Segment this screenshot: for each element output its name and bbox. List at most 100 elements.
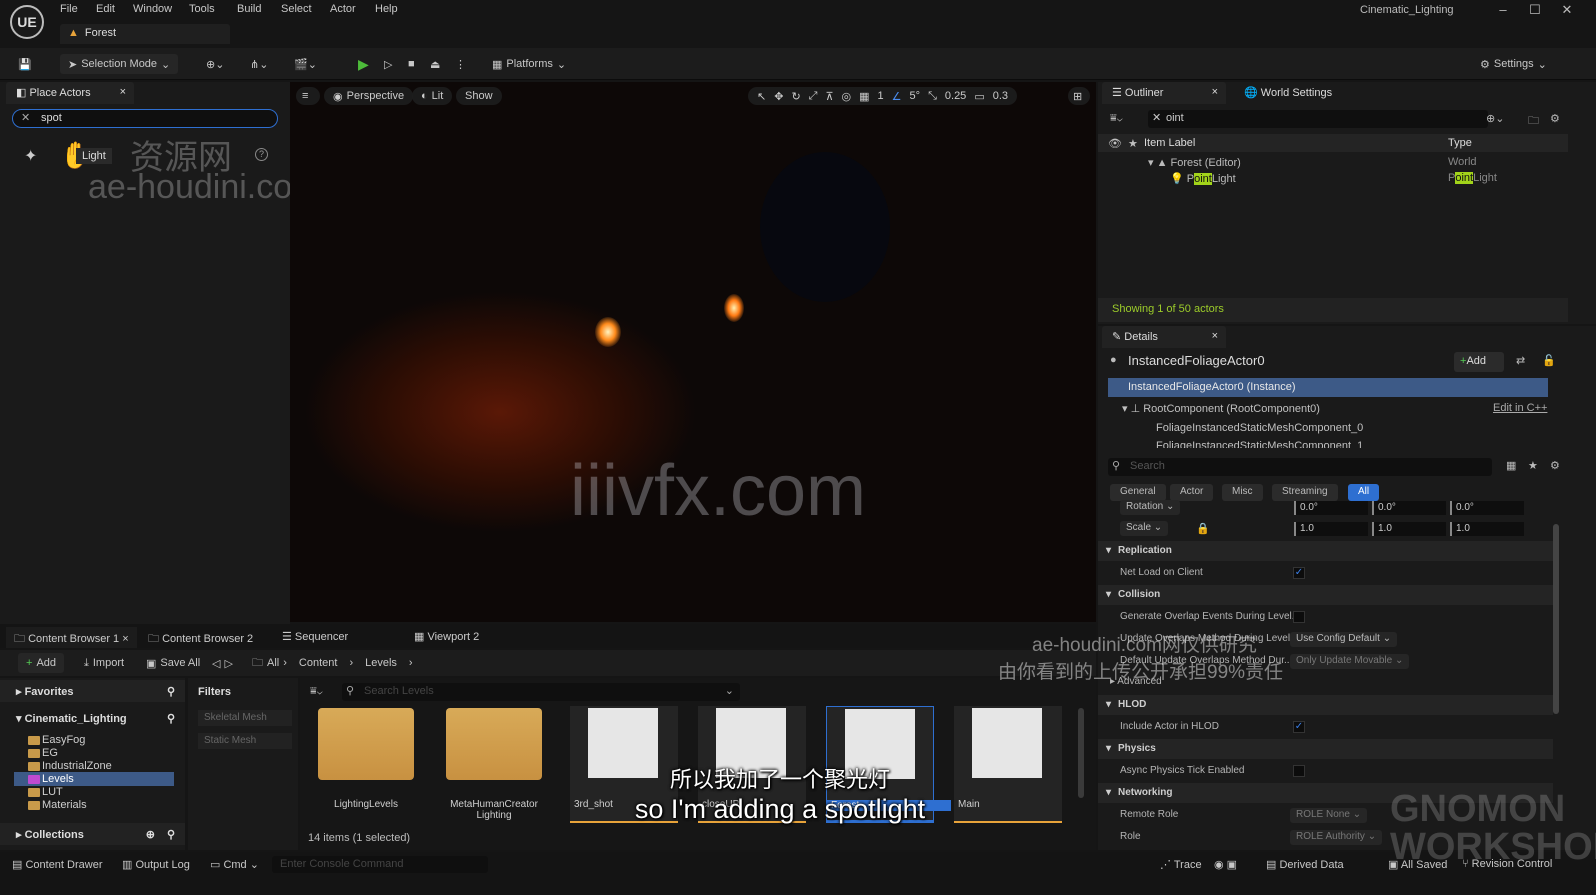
blueprint-icon[interactable]: ⋔⌄	[250, 54, 268, 74]
scale-y-field[interactable]: 1.0	[1372, 522, 1446, 536]
rotation-z-field[interactable]: 0.0°	[1450, 501, 1524, 515]
actor-result-item[interactable]: ✦ ✋ Light ?	[20, 140, 278, 172]
scale-snap-icon[interactable]: ⤡	[928, 90, 937, 103]
forward-icon[interactable]: ▷	[224, 657, 232, 670]
asset-folder-lightinglevels[interactable]: LightingLevels	[304, 706, 428, 823]
eject-icon[interactable]: ⏏	[430, 54, 440, 74]
project-root[interactable]: ▾ Cinematic_Lighting ⚲	[0, 708, 185, 728]
perspective-button[interactable]: ◉ Perspective	[324, 87, 414, 105]
root-component-row[interactable]: ▾ ⊥ RootComponent (RootComponent0)	[1122, 402, 1320, 415]
tab-sequencer[interactable]: ☰ Sequencer	[274, 627, 356, 648]
menu-build[interactable]: Build	[237, 3, 261, 15]
details-scrollbar[interactable]	[1553, 524, 1559, 714]
close-icon[interactable]: ✕	[1552, 2, 1582, 18]
section-hlod[interactable]: ▾ HLOD	[1098, 695, 1553, 715]
revision-control-button[interactable]: ⑂ Revision Control	[1462, 858, 1552, 870]
lock-icon[interactable]: 🔓	[1542, 354, 1556, 367]
scale-tool-icon[interactable]: ⤢	[809, 90, 818, 103]
blueprint-icon[interactable]: ⇄	[1516, 354, 1525, 367]
role-dropdown[interactable]: ROLE Authority ⌄	[1290, 830, 1383, 845]
component-row[interactable]: FoliageInstancedStaticMeshComponent_1	[1156, 440, 1363, 448]
add-filter-icon[interactable]: ⊕⌄	[1486, 112, 1504, 125]
table-view-icon[interactable]: ▦	[1506, 459, 1516, 472]
category-actor[interactable]: Actor	[1170, 484, 1214, 501]
angle-snap-icon[interactable]: ∠	[892, 90, 902, 103]
selection-mode-dropdown[interactable]: ➤ Selection Mode ⌄	[60, 54, 179, 74]
add-button[interactable]: + Add	[18, 653, 65, 673]
details-tab[interactable]: ✎ Details ×	[1102, 326, 1226, 348]
details-search-input[interactable]: ⚲ Search	[1108, 458, 1492, 476]
clear-search-icon[interactable]: ✕	[21, 111, 30, 124]
derived-data-button[interactable]: ▤ Derived Data	[1266, 858, 1344, 871]
default-overlap-dropdown[interactable]: Only Update Movable ⌄	[1290, 654, 1410, 669]
tree-easyfog[interactable]: EasyFog	[42, 734, 85, 746]
minimize-icon[interactable]: –	[1488, 2, 1518, 17]
show-button[interactable]: Show	[456, 87, 502, 105]
step-icon[interactable]: ▷	[384, 54, 392, 74]
scale-x-field[interactable]: 1.0	[1294, 522, 1368, 536]
lock-icon[interactable]: 🔒	[1196, 522, 1210, 535]
rotation-dropdown[interactable]: Rotation ⌄	[1120, 500, 1181, 515]
add-component-button[interactable]: +Add	[1454, 352, 1504, 372]
select-tool-icon[interactable]: ↖	[757, 90, 766, 103]
category-misc[interactable]: Misc	[1222, 484, 1263, 501]
rotate-tool-icon[interactable]: ↻	[791, 90, 800, 103]
console-input[interactable]: Enter Console Command	[272, 856, 488, 873]
trace-button[interactable]: ⋰ Trace	[1160, 858, 1202, 871]
place-actors-tab[interactable]: ◧ Place Actors ×	[6, 82, 134, 104]
back-icon[interactable]: ◁	[212, 657, 220, 670]
advanced-toggle[interactable]: ▸ Advanced	[1110, 676, 1162, 687]
search-icon[interactable]: ⚲	[167, 828, 175, 841]
settings-dropdown[interactable]: ⚙ Settings ⌄	[1480, 54, 1547, 74]
translate-tool-icon[interactable]: ✥	[774, 90, 783, 103]
category-streaming[interactable]: Streaming	[1272, 484, 1338, 501]
section-replication[interactable]: ▾ Replication	[1098, 541, 1553, 561]
search-icon[interactable]: ⚲	[167, 712, 175, 725]
column-type[interactable]: Type	[1448, 137, 1472, 149]
asset-folder-metahuman[interactable]: MetaHumanCreator Lighting	[432, 706, 556, 823]
menu-file[interactable]: File	[60, 3, 78, 15]
save-icon[interactable]: 💾	[18, 54, 32, 74]
search-icon[interactable]: ⚲	[167, 685, 175, 698]
tree-levels[interactable]: Levels	[42, 773, 74, 785]
play-icon[interactable]: ▶	[358, 54, 369, 74]
menu-tools[interactable]: Tools	[189, 3, 215, 15]
outliner-row-world[interactable]: ▾ ▲ Forest (Editor)	[1148, 156, 1241, 172]
edit-cpp-link[interactable]: Edit in C++	[1493, 402, 1547, 414]
add-collection-icon[interactable]: ⊕	[146, 828, 155, 841]
rotation-y-field[interactable]: 0.0°	[1372, 501, 1446, 515]
clear-search-icon[interactable]: ✕	[1152, 111, 1161, 124]
gear-icon[interactable]: ⚙	[1550, 459, 1560, 472]
new-folder-icon[interactable]: 🗀	[1528, 112, 1539, 131]
gear-icon[interactable]: ⚙	[1550, 112, 1560, 125]
lit-button[interactable]: ◐ Lit	[412, 87, 453, 105]
favorites-header[interactable]: ▸ Favorites ⚲	[0, 680, 185, 702]
component-instance-row[interactable]: InstancedFoliageActor0 (Instance)	[1108, 378, 1548, 397]
rotation-x-field[interactable]: 0.0°	[1294, 501, 1368, 515]
remote-role-dropdown[interactable]: ROLE None ⌄	[1290, 808, 1368, 823]
tree-eg[interactable]: EG	[42, 747, 58, 759]
update-overlaps-dropdown[interactable]: Use Config Default ⌄	[1290, 632, 1398, 647]
section-physics[interactable]: ▾ Physics	[1098, 739, 1553, 759]
save-all-button[interactable]: ▣ Save All	[146, 653, 200, 673]
transform-tools[interactable]: ↖ ✥ ↻ ⤢ ⊼ ◎ ▦ 1 ∠ 5° ⤡ 0.25 ▭ 0.3	[748, 87, 1018, 105]
eye-icon[interactable]: 👁	[1108, 137, 1122, 150]
add-actor-icon[interactable]: ⊕⌄	[206, 54, 224, 74]
crumb-all[interactable]: All	[267, 657, 279, 669]
world-settings-tab[interactable]: 🌐 World Settings	[1234, 82, 1364, 104]
column-item-label[interactable]: Item Label	[1144, 137, 1195, 149]
collections-header[interactable]: ▸ Collections ⊕ ⚲	[0, 823, 185, 845]
menu-select[interactable]: Select	[281, 3, 312, 15]
menu-edit[interactable]: Edit	[96, 3, 115, 15]
grid-snap-icon[interactable]: ▦	[859, 90, 869, 103]
outliner-search-input[interactable]: ✕ oint	[1148, 110, 1488, 128]
outliner-row-pointlight[interactable]: 💡 PointLight	[1170, 172, 1236, 188]
level-viewport[interactable]: ≡ ◉ Perspective ◐ Lit Show ↖ ✥ ↻ ⤢ ⊼ ◎ ▦ 1 ∠ 5° ⤡ 0.2…	[290, 82, 1096, 622]
outliner-tab[interactable]: ☰ Outliner ×	[1102, 82, 1226, 104]
tab-content-browser-2[interactable]: 🗀 Content Browser 2	[140, 627, 261, 648]
help-icon[interactable]: ?	[255, 148, 268, 161]
tree-industrialzone[interactable]: IndustrialZone	[42, 760, 112, 772]
close-tab-icon[interactable]: ×	[1212, 86, 1218, 98]
more-icon[interactable]: ⋮	[455, 54, 466, 74]
filter-icon[interactable]: ⩸⌄	[310, 685, 323, 698]
